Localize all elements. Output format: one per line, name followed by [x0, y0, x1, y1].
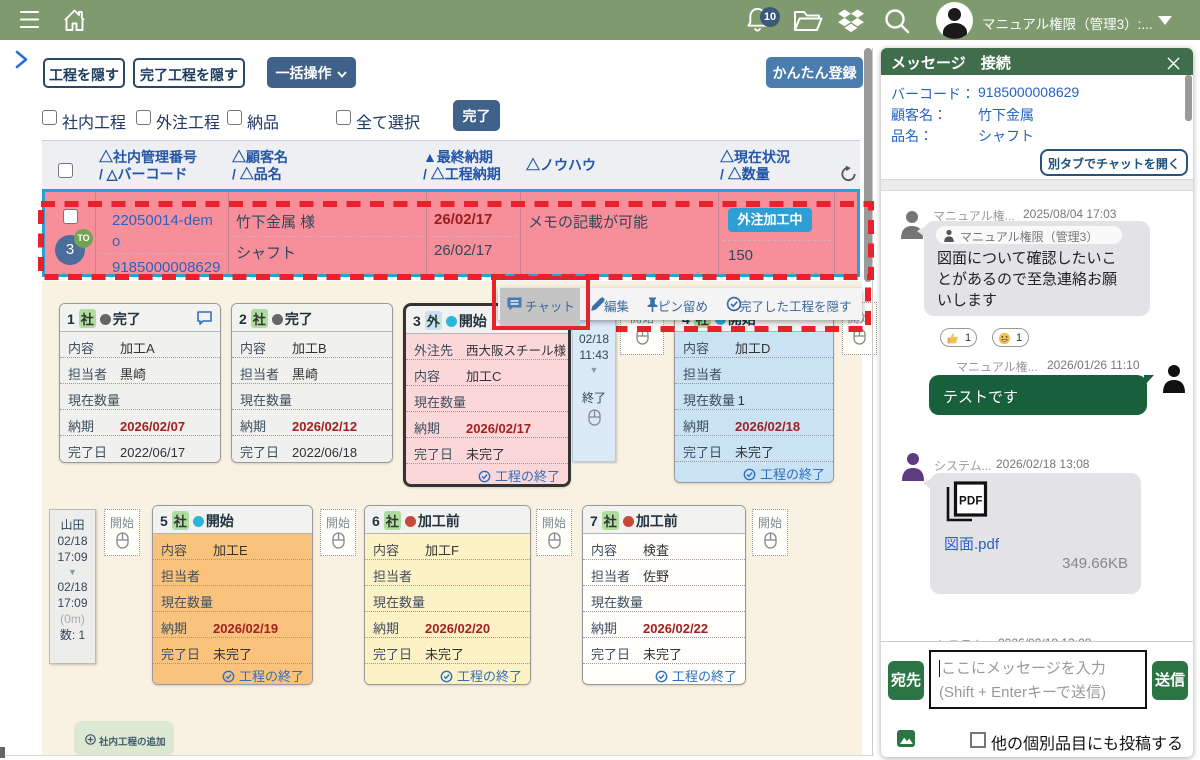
svg-text:PDF: PDF	[959, 496, 983, 508]
